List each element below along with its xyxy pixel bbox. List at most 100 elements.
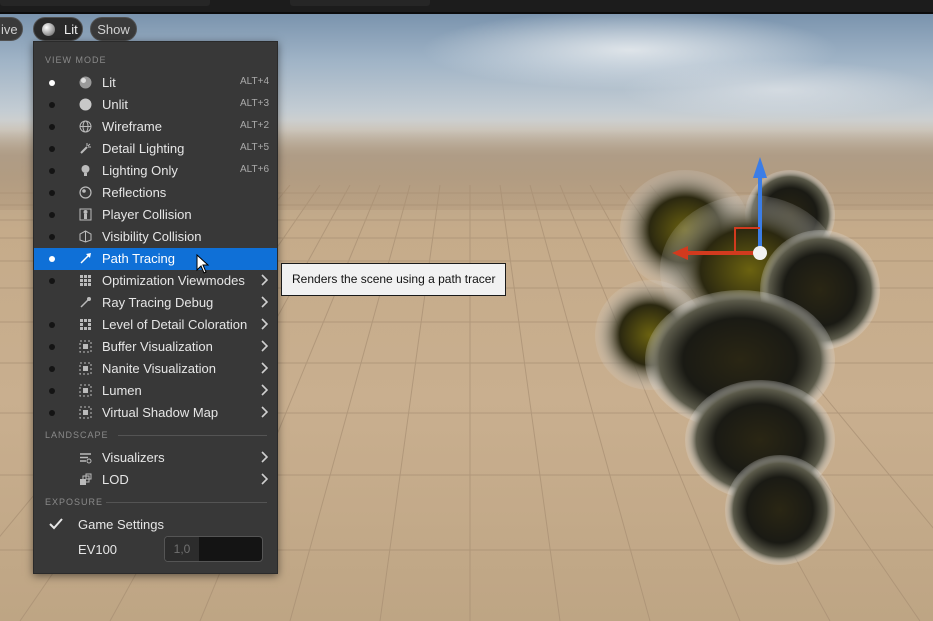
view-mode-button[interactable]: Lit <box>33 17 83 41</box>
menu-item-visibility-collision[interactable]: Visibility Collision <box>34 226 277 248</box>
menu-item-label: Lighting Only <box>102 163 178 178</box>
menu-item-label: Lit <box>102 75 116 90</box>
menu-item-unlit[interactable]: Unlit ALT+3 <box>34 94 277 116</box>
menu-item-label: Nanite Visualization <box>102 361 216 376</box>
radio-indicator <box>49 212 55 218</box>
menu-item-label: Reflections <box>102 185 167 200</box>
wireframe-icon <box>79 120 92 133</box>
shortcut-label: ALT+4 <box>240 76 269 87</box>
section-title-landscape: LANDSCAPE <box>45 430 109 440</box>
menu-item-game-settings[interactable]: Game Settings <box>34 514 277 536</box>
perspective-label: ive <box>1 22 18 37</box>
buffer-icon <box>79 340 92 353</box>
menu-item-optimization-viewmodes[interactable]: Optimization Viewmodes <box>34 270 277 292</box>
section-title-exposure: EXPOSURE <box>45 497 104 507</box>
menu-item-nanite-visualization[interactable]: Nanite Visualization <box>34 358 277 380</box>
menu-item-label: Optimization Viewmodes <box>102 273 245 288</box>
checkmark-icon <box>49 518 63 530</box>
chevron-right-icon <box>261 340 268 352</box>
menu-item-wireframe[interactable]: Wireframe ALT+2 <box>34 116 277 138</box>
menu-item-detail-lighting[interactable]: Detail Lighting ALT+5 <box>34 138 277 160</box>
radio-indicator <box>49 344 55 350</box>
menu-item-path-tracing[interactable]: Path Tracing <box>34 248 277 270</box>
radio-indicator <box>49 388 55 394</box>
reflections-icon <box>79 186 92 199</box>
chevron-right-icon <box>261 384 268 396</box>
shortcut-label: ALT+3 <box>240 98 269 109</box>
menu-item-buffer-visualization[interactable]: Buffer Visualization <box>34 336 277 358</box>
shortcut-label: ALT+5 <box>240 142 269 153</box>
player-collision-icon <box>79 208 92 221</box>
lightbulb-icon <box>81 165 90 176</box>
toolbar-segment <box>0 0 210 6</box>
radio-indicator <box>49 80 55 86</box>
tooltip: Renders the scene using a path tracer <box>281 263 506 296</box>
radio-indicator <box>49 322 55 328</box>
view-mode-label: Lit <box>64 22 78 37</box>
lod-icon <box>80 473 92 485</box>
section-divider <box>106 502 267 503</box>
menu-item-label: Ray Tracing Debug <box>102 295 214 310</box>
visibility-collision-icon <box>79 230 92 243</box>
toolbar-segment <box>290 0 430 6</box>
shortcut-label: ALT+6 <box>240 164 269 175</box>
radio-indicator <box>49 190 55 196</box>
chevron-right-icon <box>261 406 268 418</box>
menu-item-label: Visualizers <box>102 450 165 465</box>
radio-indicator <box>49 124 55 130</box>
menu-item-lit[interactable]: Lit ALT+4 <box>34 72 277 94</box>
menu-item-visualizers[interactable]: Visualizers <box>34 447 277 469</box>
menu-item-ray-tracing-debug[interactable]: Ray Tracing Debug <box>34 292 277 314</box>
buffer-icon <box>79 384 92 397</box>
transform-gizmo[interactable] <box>660 150 800 270</box>
lit-sphere-icon <box>42 23 55 36</box>
chevron-right-icon <box>261 274 268 286</box>
mouse-cursor-icon <box>196 254 210 274</box>
view-mode-menu: VIEW MODE Lit ALT+4 Unlit ALT+3 Wirefram… <box>33 41 278 574</box>
viewport-top-bar <box>0 0 933 14</box>
buffer-icon <box>79 362 92 375</box>
section-title-view-mode: VIEW MODE <box>45 55 107 65</box>
ray-tracing-icon <box>80 297 91 308</box>
menu-item-virtual-shadow-map[interactable]: Virtual Shadow Map <box>34 402 277 424</box>
tooltip-text: Renders the scene using a path tracer <box>292 272 496 286</box>
radio-indicator <box>49 366 55 372</box>
show-button[interactable]: Show <box>90 17 137 41</box>
menu-item-label: Wireframe <box>102 119 162 134</box>
chevron-right-icon <box>261 296 268 308</box>
chevron-right-icon <box>261 473 268 485</box>
menu-item-lod-coloration[interactable]: Level of Detail Coloration <box>34 314 277 336</box>
menu-item-label: Detail Lighting <box>102 141 185 156</box>
shortcut-label: ALT+2 <box>240 120 269 131</box>
ev100-input[interactable]: 1,0 <box>164 536 263 562</box>
chevron-right-icon <box>261 362 268 374</box>
menu-item-label: Unlit <box>102 97 129 112</box>
path-tracing-icon <box>80 253 91 264</box>
radio-indicator <box>49 410 55 416</box>
menu-item-label: Visibility Collision <box>102 229 202 244</box>
menu-item-label: Buffer Visualization <box>102 339 213 354</box>
menu-item-label: Path Tracing <box>102 251 175 266</box>
grid-icon <box>80 275 91 286</box>
menu-item-lod[interactable]: LOD <box>34 469 277 491</box>
radio-indicator <box>49 256 55 262</box>
perspective-button[interactable]: ive <box>0 17 23 41</box>
ev100-label: EV100 <box>78 542 118 557</box>
chevron-right-icon <box>261 451 268 463</box>
grid-icon <box>80 319 91 330</box>
radio-indicator <box>49 168 55 174</box>
show-label: Show <box>97 22 130 37</box>
radio-indicator <box>49 234 55 240</box>
visualizers-icon <box>80 453 92 464</box>
menu-item-player-collision[interactable]: Player Collision <box>34 204 277 226</box>
chevron-right-icon <box>261 318 268 330</box>
sky-cloud <box>620 60 933 120</box>
menu-item-lumen[interactable]: Lumen <box>34 380 277 402</box>
menu-item-lighting-only[interactable]: Lighting Only ALT+6 <box>34 160 277 182</box>
menu-item-label: Lumen <box>102 383 142 398</box>
section-divider <box>118 435 267 436</box>
menu-item-label: Game Settings <box>78 517 164 532</box>
radio-indicator <box>49 278 55 284</box>
radio-indicator <box>49 146 55 152</box>
menu-item-reflections[interactable]: Reflections <box>34 182 277 204</box>
